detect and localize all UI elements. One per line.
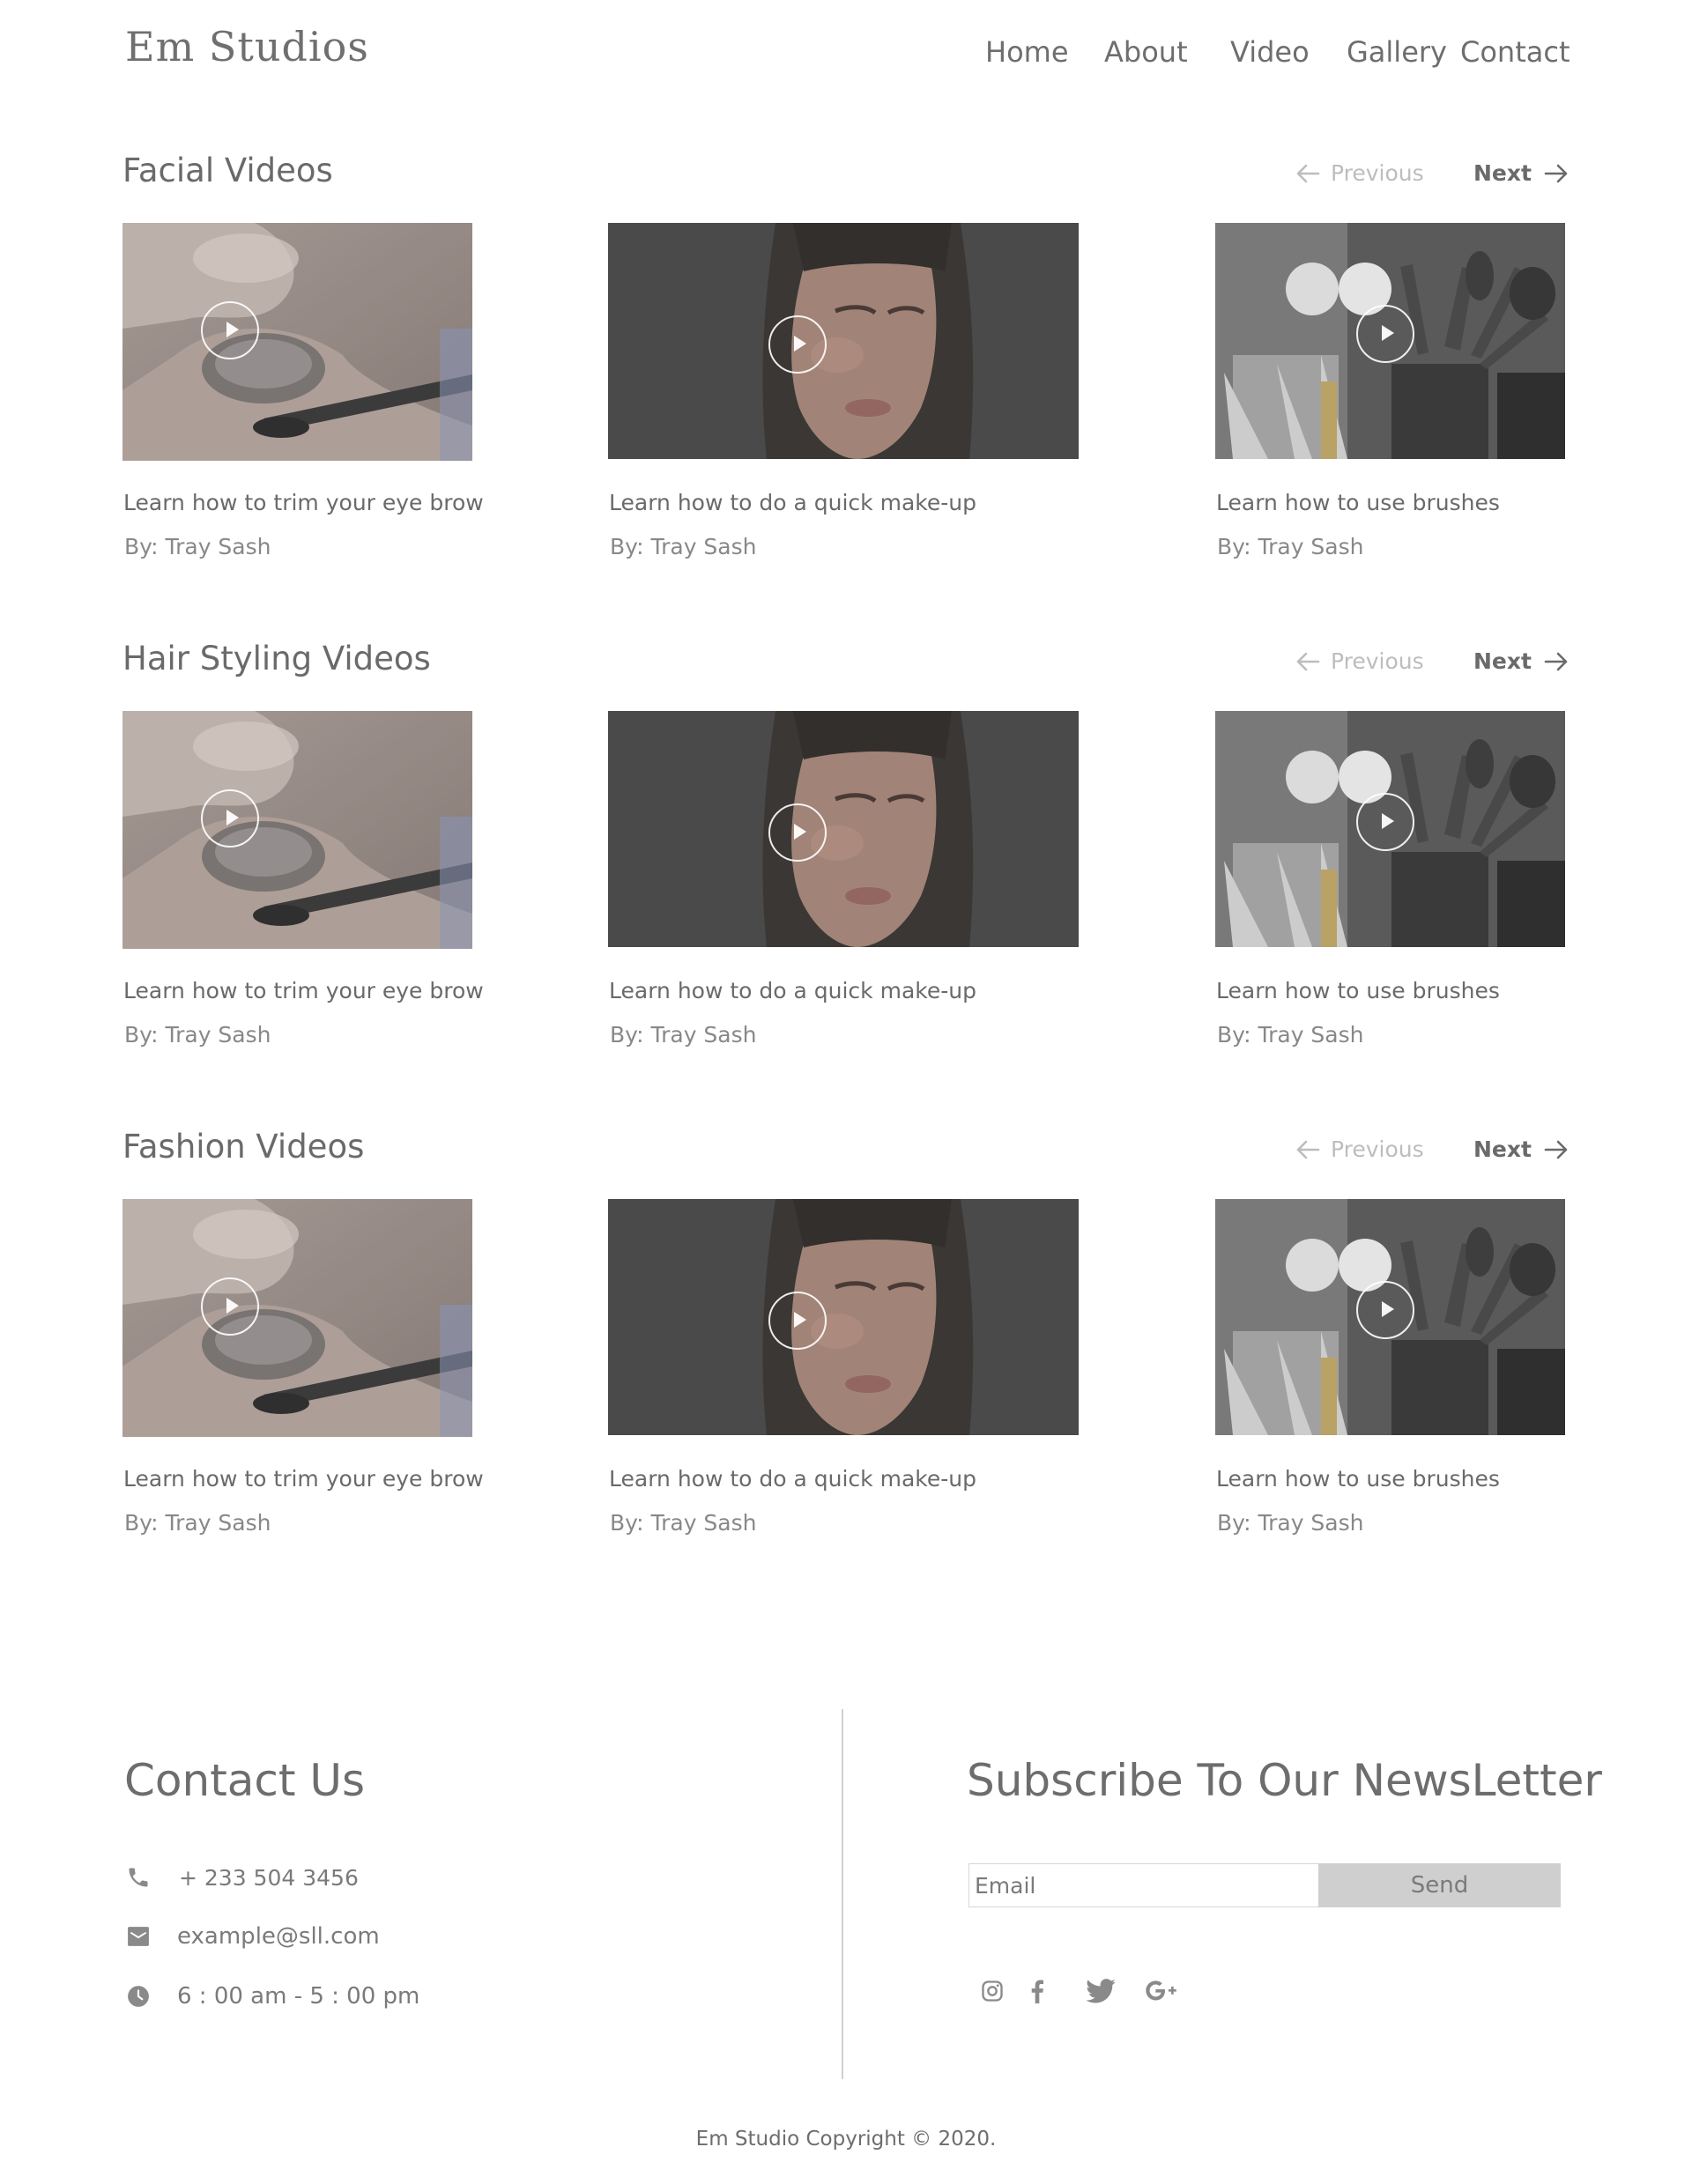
section-title: Facial Videos	[122, 152, 333, 189]
newsletter-heading: Subscribe To Our NewsLetter	[967, 1755, 1602, 1806]
previous-button[interactable]: Previous	[1295, 160, 1424, 186]
video-thumbnail[interactable]	[608, 1199, 1079, 1435]
play-icon[interactable]	[768, 315, 827, 374]
video-author: By: Tray Sash	[1217, 1510, 1364, 1536]
next-label: Next	[1473, 1136, 1532, 1162]
section-title: Fashion Videos	[122, 1128, 365, 1166]
next-label: Next	[1473, 160, 1532, 186]
nav-video[interactable]: Video	[1230, 35, 1310, 69]
play-icon[interactable]	[201, 301, 259, 359]
previous-label: Previous	[1331, 160, 1424, 186]
video-title[interactable]: Learn how to use brushes	[1216, 490, 1500, 515]
contact-email: example@sll.com	[124, 1922, 380, 1951]
mail-icon	[124, 1922, 152, 1951]
arrow-left-icon	[1296, 164, 1320, 182]
video-thumbnail[interactable]	[122, 711, 472, 949]
arrow-left-icon	[1296, 1140, 1320, 1159]
email-address[interactable]: example@sll.com	[177, 1923, 380, 1950]
video-title[interactable]: Learn how to trim your eye brow	[123, 1466, 484, 1492]
previous-label: Previous	[1331, 1136, 1424, 1162]
video-author: By: Tray Sash	[1217, 534, 1364, 559]
video-title[interactable]: Learn how to do a quick make-up	[609, 1466, 976, 1492]
site-header: Em Studios Home About Video Gallery Cont…	[0, 0, 1692, 115]
contact-heading: Contact Us	[124, 1755, 366, 1806]
nav-gallery[interactable]: Gallery	[1347, 35, 1447, 69]
phone-icon	[124, 1863, 152, 1892]
next-label: Next	[1473, 648, 1532, 674]
video-title[interactable]: Learn how to use brushes	[1216, 1466, 1500, 1492]
video-thumbnail[interactable]	[1215, 1199, 1565, 1435]
footer-divider	[842, 1709, 843, 2079]
facebook-icon[interactable]	[1028, 1979, 1047, 2007]
play-icon[interactable]	[1356, 1281, 1414, 1339]
video-thumbnail[interactable]	[608, 711, 1079, 947]
nav-about[interactable]: About	[1104, 35, 1188, 69]
video-title[interactable]: Learn how to trim your eye brow	[123, 490, 484, 515]
arrow-right-icon	[1544, 652, 1568, 670]
video-title[interactable]: Learn how to trim your eye brow	[123, 978, 484, 1003]
play-icon[interactable]	[201, 789, 259, 848]
section-title: Hair Styling Videos	[122, 640, 431, 677]
arrow-right-icon	[1544, 1140, 1568, 1159]
video-author: By: Tray Sash	[124, 1510, 271, 1536]
play-icon[interactable]	[768, 803, 827, 862]
video-author: By: Tray Sash	[1217, 1022, 1364, 1048]
arrow-left-icon	[1296, 652, 1320, 670]
newsletter-email-input[interactable]	[968, 1863, 1319, 1907]
contact-phone: + 233 504 3456	[124, 1863, 359, 1892]
video-author: By: Tray Sash	[610, 534, 757, 559]
video-author: By: Tray Sash	[124, 1022, 271, 1048]
send-button[interactable]: Send	[1318, 1863, 1561, 1907]
video-author: By: Tray Sash	[124, 534, 271, 559]
next-button[interactable]: Next	[1473, 648, 1569, 674]
site-logo[interactable]: Em Studios	[125, 23, 369, 70]
next-button[interactable]: Next	[1473, 160, 1569, 186]
video-title[interactable]: Learn how to do a quick make-up	[609, 490, 976, 515]
video-thumbnail[interactable]	[122, 223, 472, 461]
previous-button[interactable]: Previous	[1295, 648, 1424, 674]
contact-hours: 6 : 00 am - 5 : 00 pm	[124, 1982, 419, 2010]
video-title[interactable]: Learn how to use brushes	[1216, 978, 1500, 1003]
next-button[interactable]: Next	[1473, 1136, 1569, 1162]
video-author: By: Tray Sash	[610, 1022, 757, 1048]
opening-hours: 6 : 00 am - 5 : 00 pm	[177, 1983, 420, 2010]
clock-icon	[124, 1982, 152, 2010]
nav-home[interactable]: Home	[985, 35, 1069, 69]
play-icon[interactable]	[201, 1277, 259, 1336]
play-icon[interactable]	[768, 1292, 827, 1350]
previous-button[interactable]: Previous	[1295, 1136, 1424, 1162]
google-plus-icon[interactable]	[1146, 1979, 1177, 2007]
video-thumbnail[interactable]	[1215, 223, 1565, 459]
copyright-text: Em Studio Copyright © 2020.	[695, 2128, 997, 2151]
instagram-icon[interactable]	[980, 1979, 1005, 2007]
play-icon[interactable]	[1356, 793, 1414, 851]
video-thumbnail[interactable]	[608, 223, 1079, 459]
arrow-right-icon	[1544, 164, 1568, 182]
nav-contact[interactable]: Contact	[1460, 35, 1570, 69]
video-author: By: Tray Sash	[610, 1510, 757, 1536]
site-footer: Contact Us + 233 504 3456 example@sll.co…	[0, 1700, 1692, 2184]
phone-number: + 233 504 3456	[179, 1864, 359, 1891]
play-icon[interactable]	[1356, 305, 1414, 363]
video-thumbnail[interactable]	[1215, 711, 1565, 947]
video-thumbnail[interactable]	[122, 1199, 472, 1437]
twitter-icon[interactable]	[1086, 1979, 1116, 2007]
previous-label: Previous	[1331, 648, 1424, 674]
video-title[interactable]: Learn how to do a quick make-up	[609, 978, 976, 1003]
